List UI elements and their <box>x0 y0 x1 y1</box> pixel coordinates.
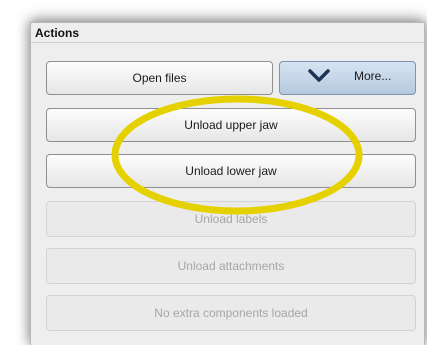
more-button[interactable]: More... <box>279 61 416 95</box>
panel-title-divider <box>31 42 424 43</box>
unload-labels-button: Unload labels <box>46 201 416 237</box>
screenshot-stage: Actions Open files More... Unload upper … <box>0 0 427 345</box>
open-files-button[interactable]: Open files <box>46 61 273 95</box>
panel-title: Actions <box>35 26 80 40</box>
actions-panel: Actions Open files More... Unload upper … <box>30 22 425 345</box>
unload-attachments-button: Unload attachments <box>46 248 416 284</box>
chevron-down-icon <box>308 69 330 82</box>
no-extra-components-button: No extra components loaded <box>46 295 416 331</box>
unload-upper-jaw-button[interactable]: Unload upper jaw <box>46 108 416 142</box>
more-button-label: More... <box>354 69 392 83</box>
unload-lower-jaw-button[interactable]: Unload lower jaw <box>46 154 416 188</box>
